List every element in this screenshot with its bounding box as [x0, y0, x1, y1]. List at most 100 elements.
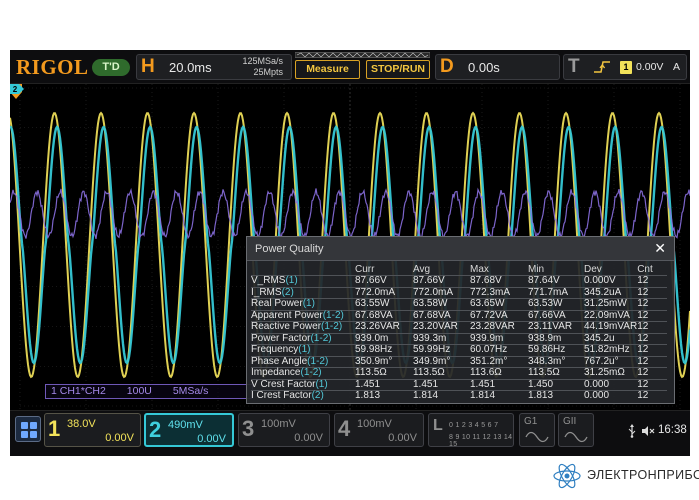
measurement-max-cell: 87.68V	[470, 275, 528, 287]
measurement-avg-cell: 349.9m°	[413, 355, 470, 368]
measurement-name: Apparent Power	[251, 309, 323, 321]
channel-1-panel[interactable]: 1 38.0V 0.00V	[44, 413, 141, 447]
sine-wave-icon	[564, 431, 588, 443]
measurement-curr-cell: 1.813	[355, 390, 413, 402]
menu-button[interactable]	[15, 416, 41, 442]
column-header: Max	[470, 264, 489, 275]
horizontal-panel[interactable]: H 20.0ms 125MSa/s 25Mpts	[136, 54, 292, 80]
table-row: Impedance(1-2) 113.5Ω 113.5Ω 113.6Ω 113.5Ω 31…	[251, 367, 668, 379]
measurement-name-cell: V_RMS(1)	[251, 275, 355, 287]
table-row: Real Power(1) 63.55W 63.58W 63.65W 63.53W 31.…	[251, 298, 668, 310]
run-state-badge[interactable]: T'D	[92, 59, 130, 76]
measurement-dev-cell: 44.19mVAR	[584, 321, 638, 333]
measurement-min-cell: 67.66VA	[528, 309, 584, 322]
grid-menu-icon	[21, 422, 37, 438]
delay-letter: D	[440, 56, 454, 77]
measurement-name-cell: Phase Angle(1-2)	[251, 355, 355, 368]
channel-3-offset: 0.00V	[294, 432, 323, 444]
measurement-dev-cell: 0.000	[584, 378, 638, 391]
generator-2-panel[interactable]: GII	[558, 413, 594, 447]
generator-1-label: G1	[524, 416, 538, 427]
measurement-name: Power Factor	[251, 332, 311, 344]
math-scale: 100U	[126, 385, 152, 397]
power-quality-title: Power Quality	[255, 243, 324, 255]
channel-4-offset: 0.00V	[388, 432, 417, 444]
math-expression: 1 CH1*CH2	[51, 385, 106, 397]
trigger-panel[interactable]: T 1 0.00V A	[563, 54, 687, 80]
measurement-curr-cell: 113.5Ω	[355, 367, 413, 379]
channel-4-scale: 100mV	[357, 418, 392, 430]
measurement-dev-cell: 767.2u°	[584, 355, 638, 368]
measurement-source: (1-2)	[310, 332, 332, 344]
channel-1-offset: 0.00V	[105, 432, 134, 444]
trigger-mode: A	[672, 61, 680, 73]
measurement-cnt-cell: 12	[637, 378, 668, 391]
ch2-offset-marker-icon[interactable]: 2	[10, 84, 24, 94]
svg-text:2: 2	[13, 85, 18, 94]
logic-analyzer-panel[interactable]: L 0 1 2 3 4 5 6 7 8 9 10 11 12 13 14 15	[428, 413, 514, 448]
measurement-name-cell: Real Power(1)	[251, 298, 355, 310]
power-quality-titlebar[interactable]: Power Quality ✕	[247, 237, 674, 261]
measure-button[interactable]: Measure	[295, 60, 360, 79]
table-row: Apparent Power(1-2) 67.68VA 67.68VA 67.72VA…	[251, 309, 668, 322]
measurement-avg-cell: 1.814	[413, 390, 470, 402]
column-header	[251, 264, 355, 276]
measurement-avg-cell: 59.99Hz	[413, 344, 470, 356]
measurement-name: Phase Angle	[251, 355, 308, 367]
channel-4-panel[interactable]: 4 100mV 0.00V	[334, 413, 424, 447]
horizontal-letter: H	[141, 56, 155, 77]
measurement-source: (1-2)	[307, 355, 329, 367]
measurement-max-cell: 939.9m	[470, 332, 528, 345]
rigol-logo: RIGOL	[16, 55, 89, 79]
column-header: Min	[528, 264, 545, 275]
delay-panel[interactable]: D 0.00s	[435, 54, 560, 80]
measurement-name-cell: Power Factor(1-2)	[251, 332, 355, 345]
measurement-cnt-cell: 12	[637, 332, 668, 345]
column-header: Cnt	[637, 264, 653, 275]
measurement-name-cell: Apparent Power(1-2)	[251, 309, 355, 322]
channel-2-number: 2	[149, 417, 162, 442]
measurement-source: (1-2)	[300, 367, 322, 378]
table-row: Reactive Power(1-2) 23.26VAR 23.20VAR 23.28…	[251, 321, 668, 333]
measurement-max-cell: 1.814	[470, 390, 528, 402]
atom-logo-icon	[553, 463, 581, 489]
power-quality-table: Curr Avg Max Min Dev Cnt V_RMS(1) 87.66V 87.66V…	[251, 264, 668, 402]
measurement-cnt-cell: 12	[637, 309, 668, 322]
measurement-source: (2)	[281, 286, 294, 298]
stop-run-button[interactable]: STOP/RUN	[366, 60, 430, 79]
logic-letter: L	[433, 417, 443, 434]
measurement-name: I_RMS	[251, 286, 282, 298]
measurement-source: (1-2)	[321, 321, 343, 332]
measurement-cnt-cell: 12	[637, 355, 668, 368]
close-icon[interactable]: ✕	[654, 240, 666, 257]
measurement-dev-cell: 345.2uA	[584, 286, 638, 299]
measurement-name-cell: I Crest Factor(2)	[251, 390, 355, 402]
measurement-dev-cell: 31.25mΩ	[584, 367, 638, 379]
measurement-avg-cell: 113.5Ω	[413, 367, 470, 379]
clock: 16:38	[658, 424, 687, 436]
measurement-name-cell: Reactive Power(1-2)	[251, 321, 355, 333]
measurement-name: V_RMS	[251, 275, 286, 286]
measurement-curr-cell: 67.68VA	[355, 309, 413, 322]
channel-1-number: 1	[48, 416, 61, 441]
rising-edge-icon	[594, 61, 610, 73]
measurement-name: Frequency	[251, 344, 299, 355]
measurement-cnt-cell: 12	[637, 286, 668, 299]
channel-2-panel[interactable]: 2 490mV 0.00V	[144, 413, 234, 447]
generator-1-panel[interactable]: G1	[519, 413, 555, 447]
channel-3-panel[interactable]: 3 100mV 0.00V	[238, 413, 330, 447]
measurement-curr-cell: 59.98Hz	[355, 344, 413, 356]
measurement-name: V Crest Factor	[251, 378, 316, 390]
power-quality-window[interactable]: Power Quality ✕ Curr Avg Max Min Dev Cnt V_RM…	[246, 236, 675, 404]
measurement-name: Impedance	[251, 367, 301, 378]
measurement-source: (1-2)	[322, 309, 344, 321]
table-row: V_RMS(1) 87.66V 87.66V 87.68V 87.64V 0.000V 12	[251, 275, 668, 287]
speaker-muted-icon[interactable]	[641, 425, 655, 437]
math-rate: 5MSa/s	[172, 385, 209, 397]
table-row: I Crest Factor(2) 1.813 1.814 1.814 1.813 0.0…	[251, 390, 668, 402]
measurement-name-cell: Impedance(1-2)	[251, 367, 355, 379]
measurement-cnt-cell: 12	[637, 275, 668, 287]
measurement-min-cell: 348.3m°	[528, 355, 584, 368]
measurement-max-cell: 63.65W	[470, 298, 528, 310]
math-channel-label[interactable]: 1 CH1*CH2 100U 5MSa/s	[45, 384, 253, 399]
